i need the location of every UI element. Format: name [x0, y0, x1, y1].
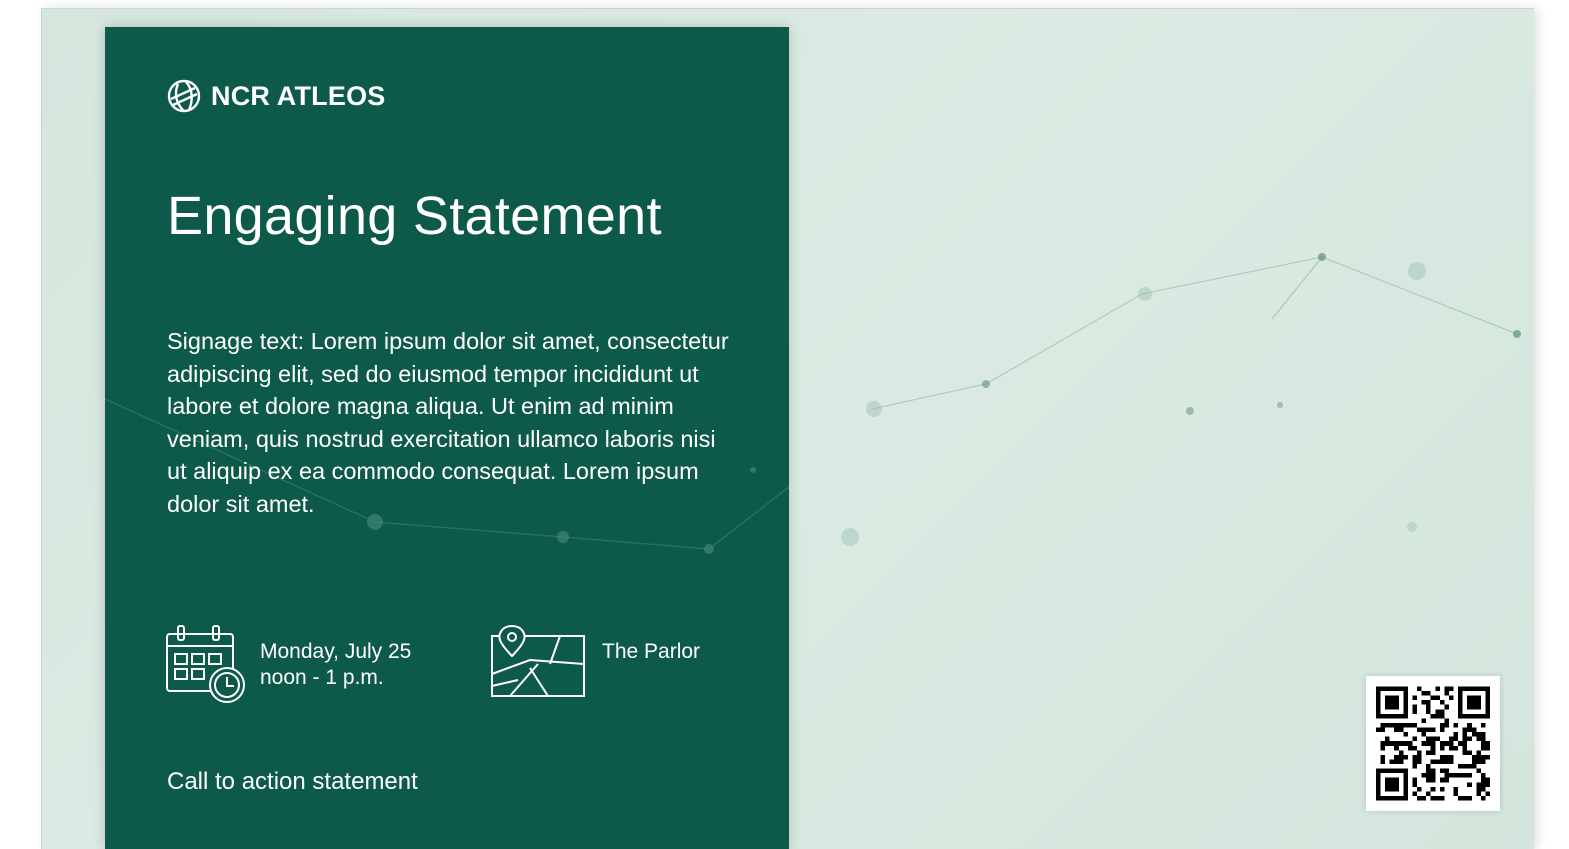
qr-code-pattern — [1376, 686, 1490, 801]
signage-panel: NCR ATLEOS Engaging Statement Signage te… — [105, 27, 789, 849]
brand-logo: NCR ATLEOS — [167, 79, 386, 113]
event-time: noon - 1 p.m. — [260, 666, 384, 689]
globe-icon — [167, 79, 201, 113]
call-to-action: Call to action statement — [167, 768, 418, 795]
map-pin-icon — [491, 624, 585, 697]
headline: Engaging Statement — [167, 186, 662, 246]
signage-body-text: Signage text: Lorem ipsum dolor sit amet… — [167, 328, 729, 517]
event-location: The Parlor — [602, 640, 701, 663]
brand-name: NCR ATLEOS — [211, 80, 386, 111]
event-date: Monday, July 25 — [260, 640, 412, 663]
signage-canvas: NCR ATLEOS Engaging Statement Signage te… — [41, 8, 1534, 849]
event-details: Monday, July 25 noon - 1 p.m. The Parlor — [165, 624, 765, 704]
calendar-clock-icon — [166, 625, 245, 703]
qr-code[interactable] — [1366, 676, 1500, 811]
event-datetime: Monday, July 25 noon - 1 p.m. — [260, 639, 411, 691]
